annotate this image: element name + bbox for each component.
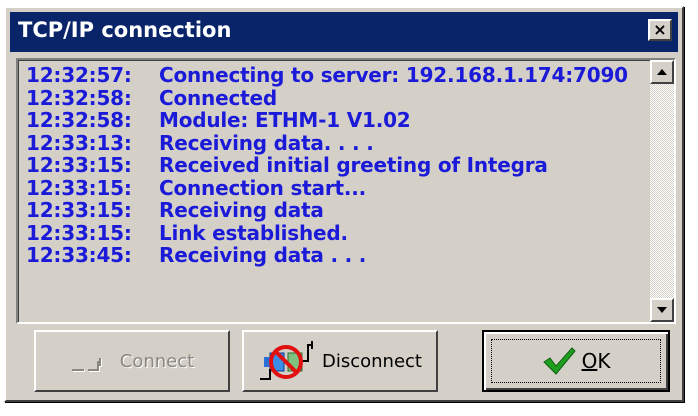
log-timestamp: 12:33:15: [26, 198, 132, 222]
ok-accelerator-letter: O [581, 349, 598, 373]
connect-button[interactable]: Connect [34, 330, 230, 392]
log-message: Received initial greeting of Integra [159, 153, 548, 177]
log-message: Link established. [159, 220, 348, 245]
close-button[interactable]: × [648, 19, 672, 41]
log-line: 12:32:58: Connected [26, 85, 636, 110]
log-message: Connected [159, 85, 277, 110]
disconnect-button-label: Disconnect [322, 350, 422, 372]
log-line: 12:33:15: Received initial greeting of In… [26, 154, 636, 177]
arrow-up-icon [657, 69, 667, 75]
log-line: 12:32:58: Module: ETHM-1 V1.02 [26, 109, 636, 132]
connect-button-label: Connect [119, 350, 195, 372]
vertical-scrollbar[interactable] [650, 60, 674, 322]
log-timestamp: 12:32:57: [26, 63, 132, 87]
log-line: 12:33:15: Link established. [26, 220, 636, 245]
scroll-down-button[interactable] [650, 298, 674, 322]
close-icon: × [653, 20, 667, 39]
connection-log: 12:32:57: Connecting to server: 192.168.1… [16, 58, 676, 324]
log-line: 12:33:45: Receiving data . . . [26, 244, 636, 267]
log-line: 12:33:15: Receiving data [26, 199, 636, 222]
log-message: Connection start... [159, 175, 367, 200]
log-line: 12:33:15: Connection start... [26, 175, 636, 200]
log-message: Module: ETHM-1 V1.02 [159, 108, 411, 132]
log-timestamp: 12:33:13: [26, 130, 132, 155]
ok-button-label: OK [582, 349, 611, 373]
log-timestamp: 12:33:45: [26, 243, 132, 267]
log-timestamp: 12:33:15: [26, 175, 132, 200]
no-connection-icon [260, 341, 313, 380]
log-timestamp: 12:32:58: [26, 108, 132, 132]
log-message: Receiving data [159, 198, 324, 222]
log-timestamp: 12:32:58: [26, 85, 132, 110]
log-line: 12:33:13: Receiving data. . . . [26, 130, 636, 155]
focus-rectangle [491, 339, 661, 383]
window-title: TCP/IP connection [18, 18, 232, 42]
log-timestamp: 12:33:15: [26, 153, 132, 177]
log-timestamp: 12:33:15: [26, 220, 132, 245]
ok-label-rest: K [597, 349, 611, 373]
log-lines: 12:32:57: Connecting to server: 192.168.1… [26, 64, 636, 267]
scroll-up-button[interactable] [650, 60, 674, 84]
log-message: Receiving data. . . . [159, 130, 374, 155]
title-bar[interactable]: TCP/IP connection × [10, 12, 678, 52]
tcpip-connection-dialog: TCP/IP connection × 12:32:57: Connecting … [4, 6, 684, 402]
log-message: Receiving data . . . [159, 243, 367, 267]
disconnect-button[interactable]: Disconnect [242, 330, 438, 392]
log-line: 12:32:57: Connecting to server: 192.168.1… [26, 64, 636, 87]
log-message: Connecting to server: 192.168.1.174:7090 [159, 63, 628, 87]
ok-button[interactable]: OK [482, 330, 670, 392]
arrow-down-icon [657, 307, 667, 313]
plug-connect-icon [71, 358, 102, 372]
